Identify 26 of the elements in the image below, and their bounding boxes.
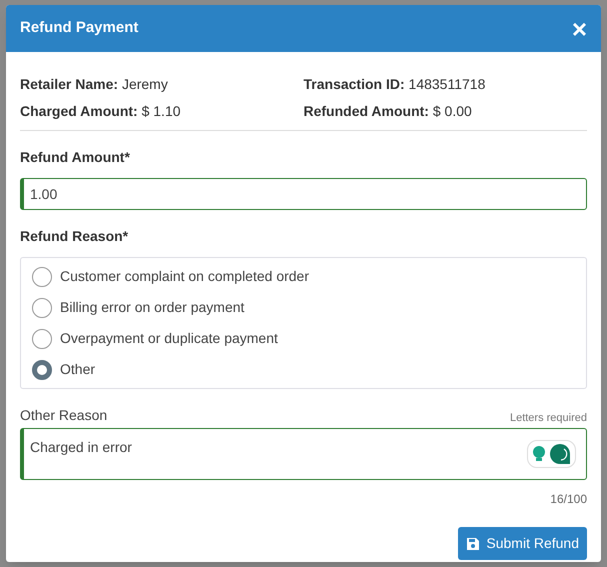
option-label[interactable]: Billing error on order payment <box>60 297 244 318</box>
detail-text: Refunded Amount: $ 0.00 <box>304 102 473 121</box>
option-label[interactable]: Other <box>60 359 96 380</box>
radio-button[interactable] <box>32 266 52 286</box>
refund-amount-field[interactable]: 1.00 <box>20 178 587 210</box>
radio-button[interactable] <box>32 328 52 348</box>
character-counter: 16/100 <box>550 491 587 508</box>
option-label[interactable]: Customer complaint on completed order <box>60 266 310 287</box>
option-label[interactable]: Overpayment or duplicate payment <box>60 328 278 349</box>
radio-button[interactable] <box>32 360 52 380</box>
crescent-icon <box>549 443 571 465</box>
save-icon <box>466 536 480 550</box>
radio-button[interactable] <box>32 298 52 318</box>
submit-refund-button[interactable]: Submit Refund <box>458 527 587 560</box>
field-label: Refund Reason* <box>20 227 130 246</box>
field-label: Refund Amount* <box>20 148 131 167</box>
detail-text: Retailer Name: Jeremy <box>20 75 169 94</box>
hint-text: Letters required <box>510 410 587 426</box>
dialog-title: Refund Payment <box>20 18 138 38</box>
field-label: Other Reason <box>20 406 108 425</box>
detail-text: Transaction ID: 1483511718 <box>304 75 486 94</box>
close-button[interactable]: × <box>572 16 587 42</box>
detail-text: Charged Amount: $ 1.10 <box>20 102 182 121</box>
assistant-widget[interactable] <box>527 440 576 468</box>
lightbulb-icon <box>532 445 546 463</box>
other-reason-field[interactable]: Charged in error <box>20 428 587 480</box>
